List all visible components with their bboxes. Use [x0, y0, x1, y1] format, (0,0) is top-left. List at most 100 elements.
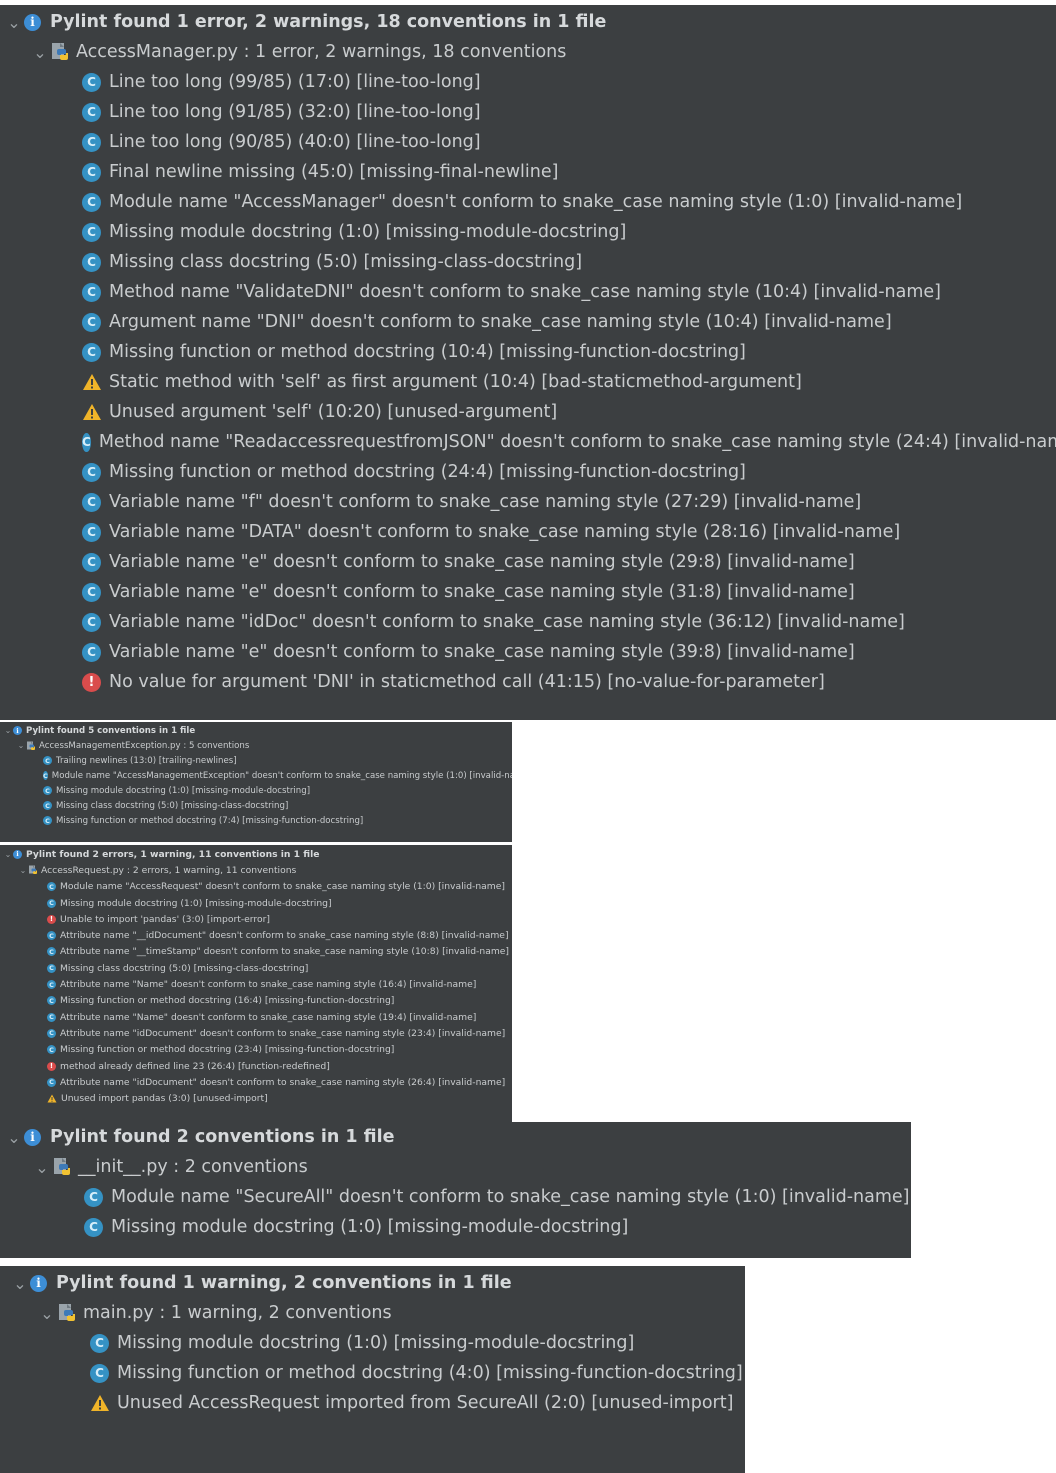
pylint-panel-access-manager: ⌄ i Pylint found 1 error, 2 warnings, 18 c… [0, 5, 1056, 720]
issue-row[interactable]: C Module name "AccessManager" doesn't con… [0, 187, 1056, 217]
issue-row[interactable]: C Missing class docstring (5:0) [missing-… [0, 247, 1056, 277]
issue-text: Module name "AccessRequest" doesn't conf… [60, 881, 505, 893]
issue-text: Attribute name "__timeStamp" doesn't con… [60, 946, 510, 958]
issue-row[interactable]: C Missing function or method docstring (1… [0, 337, 1056, 367]
issue-text: No value for argument 'DNI' in staticmet… [109, 672, 825, 692]
file-row[interactable]: ⌄ main.py : 1 warning, 2 conventions [0, 1298, 745, 1328]
issue-row[interactable]: Unused AccessRequest imported from Secur… [0, 1388, 745, 1418]
info-icon: i [13, 726, 22, 735]
issue-row[interactable]: C Module name "AccessRequest" doesn't con… [0, 879, 512, 895]
issue-text: Attribute name "idDocument" doesn't conf… [60, 1027, 506, 1039]
issue-row[interactable]: C Missing module docstring (1:0) [missing… [0, 217, 1056, 247]
issue-row[interactable]: C Missing function or method docstring (1… [0, 993, 512, 1009]
chevron-down-icon[interactable]: ⌄ [10, 1274, 30, 1293]
issue-text: Missing module docstring (1:0) [missing-… [111, 1217, 629, 1237]
file-row[interactable]: ⌄ __init__.py : 2 conventions [0, 1152, 911, 1182]
convention-c-icon: C [82, 102, 101, 122]
issue-row[interactable]: C Variable name "idDoc" doesn't conform t… [0, 607, 1056, 637]
pylint-panel-main: ⌄ i Pylint found 1 warning, 2 conventions … [0, 1266, 745, 1473]
chevron-down-icon[interactable]: ⌄ [4, 1128, 24, 1147]
file-label: AccessRequest.py : 2 errors, 1 warning, … [41, 864, 297, 876]
issue-row[interactable]: ! method already defined line 23 (26:4) [… [0, 1058, 512, 1074]
info-icon: i [24, 1128, 41, 1146]
chevron-down-icon[interactable]: ⌄ [16, 741, 26, 750]
issue-row[interactable]: C Missing class docstring (5:0) [missing-… [0, 798, 512, 813]
issue-row[interactable]: Static method with 'self' as first argum… [0, 367, 1056, 397]
issue-text: Line too long (99/85) (17:0) [line-too-l… [109, 72, 481, 92]
issue-row[interactable]: ! No value for argument 'DNI' in staticme… [0, 667, 1056, 697]
issue-row[interactable]: C Missing function or method docstring (7… [0, 813, 512, 828]
convention-c-icon: C [90, 1363, 109, 1383]
issue-row[interactable]: C Line too long (90/85) (40:0) [line-too-… [0, 127, 1056, 157]
issue-text: Variable name "e" doesn't conform to sna… [109, 552, 855, 572]
convention-c-icon: C [47, 996, 56, 1006]
issue-row[interactable]: ! Unable to import 'pandas' (3:0) [import… [0, 911, 512, 927]
issue-row[interactable]: C Line too long (91/85) (32:0) [line-too-… [0, 97, 1056, 127]
issue-row[interactable]: C Missing module docstring (1:0) [missing… [0, 783, 512, 798]
error-icon: ! [47, 914, 56, 924]
file-row[interactable]: ⌄ AccessManagementException.py : 5 conven… [0, 738, 512, 753]
issue-row[interactable]: C Missing function or method docstring (4… [0, 1358, 745, 1388]
issue-row[interactable]: C Argument name "DNI" doesn't conform to … [0, 307, 1056, 337]
convention-c-icon: C [82, 552, 101, 572]
chevron-down-icon[interactable]: ⌄ [37, 1304, 57, 1323]
issue-row[interactable]: C Method name "ValidateDNI" doesn't confo… [0, 277, 1056, 307]
issue-row[interactable]: C Module name "SecureAll" doesn't conform… [0, 1182, 911, 1212]
issue-text: Missing class docstring (5:0) [missing-c… [109, 252, 583, 272]
python-file-icon [26, 741, 36, 751]
summary-row[interactable]: ⌄ i Pylint found 2 conventions in 1 file [0, 1122, 911, 1152]
issue-row[interactable]: C Attribute name "idDocument" doesn't con… [0, 1025, 512, 1041]
pylint-panel-access-management-exception: ⌄ i Pylint found 5 conventions in 1 file ⌄ A… [0, 722, 512, 842]
issue-row[interactable]: Unused argument 'self' (10:20) [unused-a… [0, 397, 1056, 427]
issue-row[interactable]: C Missing function or method docstring (2… [0, 1042, 512, 1058]
convention-c-icon: C [43, 771, 48, 780]
convention-c-icon: C [47, 980, 56, 990]
issue-row[interactable]: C Missing function or method docstring (2… [0, 457, 1056, 487]
issue-text: Variable name "DATA" doesn't conform to … [109, 522, 901, 542]
chevron-down-icon[interactable]: ⌄ [32, 1158, 52, 1177]
chevron-down-icon[interactable]: ⌄ [3, 726, 13, 735]
chevron-down-icon[interactable]: ⌄ [4, 13, 24, 32]
chevron-down-icon[interactable]: ⌄ [30, 43, 50, 62]
summary-row[interactable]: ⌄ i Pylint found 1 error, 2 warnings, 18 c… [0, 7, 1056, 37]
info-icon: i [24, 13, 41, 31]
issue-row[interactable]: C Final newline missing (45:0) [missing-f… [0, 157, 1056, 187]
issue-row[interactable]: C Module name "AccessManagementException"… [0, 768, 512, 783]
issue-row[interactable]: Unused import pandas (3:0) [unused-impor… [0, 1090, 512, 1106]
issue-row[interactable]: C Line too long (99/85) (17:0) [line-too-… [0, 67, 1056, 97]
issue-row[interactable]: C Variable name "f" doesn't conform to sn… [0, 487, 1056, 517]
chevron-down-icon[interactable]: ⌄ [3, 850, 13, 859]
summary-row[interactable]: ⌄ i Pylint found 2 errors, 1 warning, 11 c… [0, 846, 512, 862]
issue-row[interactable]: C Variable name "e" doesn't conform to sn… [0, 577, 1056, 607]
python-file-icon [28, 865, 38, 875]
issue-text: method already defined line 23 (26:4) [f… [60, 1060, 330, 1072]
issue-row[interactable]: C Attribute name "Name" doesn't conform t… [0, 976, 512, 992]
issue-text: Unused argument 'self' (10:20) [unused-a… [109, 402, 558, 422]
pylint-panel-init: ⌄ i Pylint found 2 conventions in 1 file ⌄ _… [0, 1122, 911, 1258]
issue-row[interactable]: C Variable name "DATA" doesn't conform to… [0, 517, 1056, 547]
issue-row[interactable]: C Missing module docstring (1:0) [missing… [0, 1328, 745, 1358]
issue-row[interactable]: C Attribute name "__timeStamp" doesn't co… [0, 944, 512, 960]
issue-row[interactable]: C Variable name "e" doesn't conform to sn… [0, 547, 1056, 577]
issue-text: Attribute name "Name" doesn't conform to… [60, 979, 477, 991]
issue-row[interactable]: C Attribute name "Name" doesn't conform t… [0, 1009, 512, 1025]
file-row[interactable]: ⌄ AccessManager.py : 1 error, 2 warnings,… [0, 37, 1056, 67]
issue-row[interactable]: C Missing module docstring (1:0) [missing… [0, 895, 512, 911]
issue-row[interactable]: C Missing class docstring (5:0) [missing-… [0, 960, 512, 976]
issue-text: Missing module docstring (1:0) [missing-… [56, 785, 311, 796]
issue-row[interactable]: C Missing module docstring (1:0) [missing… [0, 1212, 911, 1242]
summary-row[interactable]: ⌄ i Pylint found 5 conventions in 1 file [0, 723, 512, 738]
issue-text: Attribute name "__idDocument" doesn't co… [60, 930, 509, 942]
issue-row[interactable]: C Trailing newlines (13:0) [trailing-newl… [0, 753, 512, 768]
chevron-down-icon[interactable]: ⌄ [18, 866, 28, 875]
issue-row[interactable]: C Method name "ReadaccessrequestfromJSON"… [0, 427, 1056, 457]
issue-text: Missing module docstring (1:0) [missing-… [117, 1333, 635, 1353]
issue-row[interactable]: C Attribute name "__idDocument" doesn't c… [0, 927, 512, 943]
issue-row[interactable]: C Variable name "e" doesn't conform to sn… [0, 637, 1056, 667]
issue-row[interactable]: C Attribute name "idDocument" doesn't con… [0, 1074, 512, 1090]
issue-text: Missing class docstring (5:0) [missing-c… [56, 800, 289, 811]
summary-row[interactable]: ⌄ i Pylint found 1 warning, 2 conventions … [0, 1268, 745, 1298]
file-row[interactable]: ⌄ AccessRequest.py : 2 errors, 1 warning,… [0, 862, 512, 878]
issue-text: Unused AccessRequest imported from Secur… [117, 1393, 734, 1413]
convention-c-icon: C [47, 882, 56, 892]
